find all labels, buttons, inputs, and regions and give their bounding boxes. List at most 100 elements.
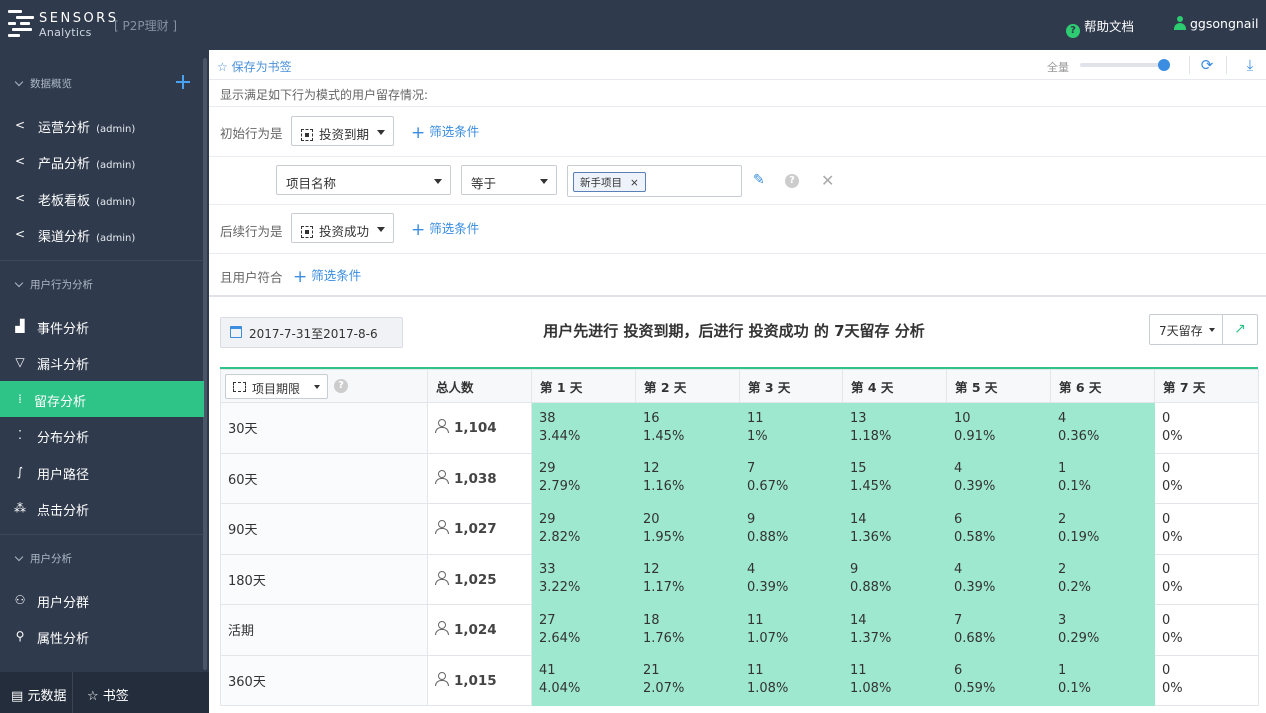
retention-cell[interactable]: 0 0% <box>1154 452 1259 504</box>
filter-value-tag[interactable]: 新手项目 × <box>573 172 646 192</box>
retention-cell[interactable]: 4 0.39% <box>739 553 843 605</box>
retention-cell[interactable]: 41 4.04% <box>531 654 636 706</box>
total-cell[interactable]: 1,025 <box>427 553 532 605</box>
retention-cell[interactable]: 4 0.39% <box>946 452 1051 504</box>
retention-cell[interactable]: 10 0.91% <box>946 402 1051 454</box>
retention-cell[interactable]: 29 2.79% <box>531 452 636 504</box>
tag-remove-icon[interactable]: × <box>630 177 639 189</box>
retention-cell[interactable]: 16 1.45% <box>635 402 740 454</box>
retention-cell[interactable]: 11 1.08% <box>842 654 947 706</box>
remove-filter-icon[interactable]: ✕ <box>821 171 834 190</box>
retention-cell[interactable]: 29 2.82% <box>531 503 636 555</box>
help-icon[interactable]: ? <box>334 379 348 393</box>
total-cell[interactable]: 1,104 <box>427 402 532 454</box>
retention-period-select[interactable]: 7天留存 <box>1149 314 1223 345</box>
column-header[interactable]: 第 3 天 <box>739 369 843 403</box>
retention-cell[interactable]: 0 0% <box>1154 402 1259 454</box>
retention-cell[interactable]: 21 2.07% <box>635 654 740 706</box>
retention-cell[interactable]: 6 0.59% <box>946 654 1051 706</box>
retention-cell[interactable]: 9 0.88% <box>842 553 947 605</box>
filter-operator-select[interactable]: 等于 <box>461 165 557 195</box>
add-user-filter-button[interactable]: + 筛选条件 <box>293 265 361 287</box>
sidebar-item-distribution-analysis[interactable]: ⁚ 分布分析 <box>0 417 204 453</box>
save-bookmark-button[interactable]: ☆ 保存为书签 <box>217 58 292 75</box>
sidebar-group-behavior[interactable]: 用户行为分析 <box>14 277 93 292</box>
retention-cell[interactable]: 4 0.36% <box>1050 402 1155 454</box>
sidebar-item-retention-analysis[interactable]: ⁞ 留存分析 <box>0 381 204 417</box>
sidebar-item-dashboard[interactable]: < 产品分析 (admin) <box>0 143 204 179</box>
total-cell[interactable]: 1,038 <box>427 452 532 504</box>
sidebar-item-dashboard[interactable]: < 老板看板 (admin) <box>0 180 204 216</box>
retention-cell[interactable]: 33 3.22% <box>531 553 636 605</box>
sidebar-item-user-segments[interactable]: ⚇ 用户分群 <box>0 582 204 618</box>
slider-knob[interactable] <box>1158 59 1170 71</box>
column-header[interactable]: 第 6 天 <box>1050 369 1155 403</box>
total-cell[interactable]: 1,024 <box>427 604 532 656</box>
column-header[interactable]: 第 2 天 <box>635 369 740 403</box>
retention-cell[interactable]: 4 0.39% <box>946 553 1051 605</box>
retention-cell[interactable]: 20 1.95% <box>635 503 740 555</box>
retention-cell[interactable]: 0 0% <box>1154 503 1259 555</box>
retention-cell[interactable]: 12 1.16% <box>635 452 740 504</box>
retention-cell[interactable]: 7 0.68% <box>946 604 1051 656</box>
retention-cell[interactable]: 2 0.2% <box>1050 553 1155 605</box>
retention-cell[interactable]: 15 1.45% <box>842 452 947 504</box>
retention-cell[interactable]: 38 3.44% <box>531 402 636 454</box>
retention-cell[interactable]: 6 0.58% <box>946 503 1051 555</box>
sidebar-item-click-analysis[interactable]: ⁂ 点击分析 <box>0 490 204 526</box>
add-followup-filter-button[interactable]: + 筛选条件 <box>411 218 479 240</box>
retention-cell[interactable]: 11 1.07% <box>739 604 843 656</box>
add-initial-filter-button[interactable]: + 筛选条件 <box>411 121 479 143</box>
column-header[interactable]: 第 1 天 <box>531 369 636 403</box>
refresh-icon[interactable]: ⟳ <box>1198 55 1216 75</box>
retention-cell[interactable]: 13 1.18% <box>842 402 947 454</box>
total-cell[interactable]: 1,027 <box>427 503 532 555</box>
bookmarks-button[interactable]: ☆ 书签 <box>87 685 129 704</box>
sidebar-item-attribute-analysis[interactable]: ⚲ 属性分析 <box>0 618 204 654</box>
retention-cell[interactable]: 12 1.17% <box>635 553 740 605</box>
retention-cell[interactable]: 0 0% <box>1154 604 1259 656</box>
total-cell[interactable]: 1,015 <box>427 654 532 706</box>
retention-cell[interactable]: 9 0.88% <box>739 503 843 555</box>
help-icon[interactable]: ? <box>785 174 799 188</box>
retention-cell[interactable]: 1 0.1% <box>1050 654 1155 706</box>
filter-property-select[interactable]: 项目名称 <box>276 165 451 195</box>
line-chart-icon[interactable]: ↗ <box>1222 314 1258 345</box>
sidebar-item-funnel-analysis[interactable]: ▽ 漏斗分析 <box>0 344 204 380</box>
retention-cell[interactable]: 1 0.1% <box>1050 452 1155 504</box>
sidebar-group-overview[interactable]: 数据概览 <box>14 76 72 91</box>
column-header[interactable]: 第 7 天 <box>1154 369 1259 403</box>
user-menu[interactable]: ggsongnail <box>1174 16 1258 34</box>
column-header[interactable]: 第 4 天 <box>842 369 947 403</box>
retention-cell[interactable]: 2 0.19% <box>1050 503 1155 555</box>
initial-event-select[interactable]: 投资到期 <box>291 116 394 146</box>
retention-cell[interactable]: 0 0% <box>1154 553 1259 605</box>
retention-cell[interactable]: 11 1% <box>739 402 843 454</box>
retention-cell[interactable]: 27 2.64% <box>531 604 636 656</box>
followup-event-select[interactable]: 投资成功 <box>291 213 394 243</box>
group-by-select[interactable]: 项目期限 <box>225 373 328 399</box>
edit-pencil-icon[interactable]: ✎ <box>753 172 765 188</box>
sidebar-group-users[interactable]: 用户分析 <box>14 551 72 566</box>
retention-cell[interactable]: 7 0.67% <box>739 452 843 504</box>
retention-cell[interactable]: 3 0.29% <box>1050 604 1155 656</box>
sidebar-item-user-path[interactable]: ∫ 用户路径 <box>0 454 204 490</box>
retention-cell[interactable]: 0 0% <box>1154 654 1259 706</box>
metadata-button[interactable]: ▤ 元数据 <box>11 685 66 704</box>
help-icon: ? <box>1066 24 1080 38</box>
add-dashboard-icon[interactable] <box>175 74 191 90</box>
logo[interactable]: SENSORS Analytics [ P2P理财 ] <box>8 9 198 41</box>
column-header[interactable]: 第 5 天 <box>946 369 1051 403</box>
date-range-picker[interactable]: 2017-7-31至2017-8-6 <box>220 317 403 348</box>
retention-cell[interactable]: 11 1.08% <box>739 654 843 706</box>
help-docs-link[interactable]: ? 帮助文档 <box>1066 16 1134 38</box>
sidebar-item-dashboard[interactable]: < 渠道分析 (admin) <box>0 216 204 252</box>
retention-cell[interactable]: 18 1.76% <box>635 604 740 656</box>
filter-value-input[interactable]: 新手项目 × <box>567 165 742 197</box>
retention-cell[interactable]: 14 1.36% <box>842 503 947 555</box>
download-icon[interactable]: ⤓ <box>1241 55 1259 75</box>
retention-cell[interactable]: 14 1.37% <box>842 604 947 656</box>
sidebar-item-dashboard[interactable]: < 运营分析 (admin) <box>0 107 204 143</box>
sample-slider[interactable] <box>1080 59 1170 71</box>
sidebar-item-event-analysis[interactable]: ▟ 事件分析 <box>0 308 204 344</box>
